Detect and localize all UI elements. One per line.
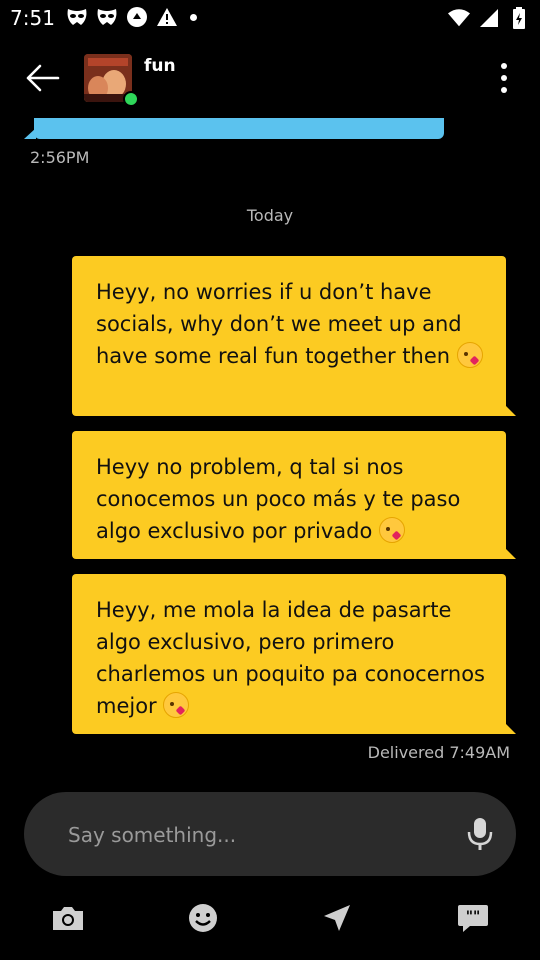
sent-message-bubble[interactable]: Heyy, no worries if u don’t have socials… xyxy=(72,256,516,416)
grindr-mask-icon xyxy=(66,6,88,28)
warning-icon xyxy=(156,6,178,28)
bubble-tail xyxy=(506,549,516,559)
status-system-icons xyxy=(448,7,530,29)
face-blowing-kiss-emoji-icon xyxy=(379,517,406,543)
battery-icon xyxy=(508,7,530,29)
wifi-icon xyxy=(448,7,470,29)
message-input[interactable] xyxy=(66,819,450,851)
emoji-icon[interactable] xyxy=(185,900,221,936)
face-blowing-kiss-emoji-icon xyxy=(163,692,190,718)
received-message-bubble[interactable] xyxy=(34,118,444,139)
more-options-icon[interactable] xyxy=(497,62,511,94)
signal-icon xyxy=(478,7,500,29)
microphone-icon[interactable] xyxy=(466,816,494,852)
online-indicator xyxy=(123,91,139,107)
face-blowing-kiss-emoji-icon xyxy=(456,342,483,368)
status-time: 7:51 xyxy=(10,6,55,30)
svg-text:"": "" xyxy=(466,909,481,925)
day-separator: Today xyxy=(246,206,294,225)
message-text: Heyy no problem, q tal si nos conocemos … xyxy=(96,455,461,543)
message-text: Heyy, no worries if u don’t have socials… xyxy=(96,280,462,368)
status-bar: 7:51 xyxy=(0,0,540,36)
send-location-icon[interactable] xyxy=(319,900,355,936)
saved-phrases-icon[interactable]: "" xyxy=(455,900,491,936)
message-timestamp: 2:56PM xyxy=(30,148,90,167)
sent-message-bubble[interactable]: Heyy no problem, q tal si nos conocemos … xyxy=(72,431,516,559)
delivered-status: Delivered 7:49AM xyxy=(367,743,510,762)
camera-icon[interactable] xyxy=(50,900,86,936)
bubble-tail xyxy=(506,406,516,416)
back-arrow-icon[interactable] xyxy=(26,64,60,92)
chat-name[interactable]: fun xyxy=(144,56,176,76)
dot-icon xyxy=(190,13,197,21)
bubble-tail xyxy=(506,724,516,734)
sent-message-bubble[interactable]: Heyy, me mola la idea de pasarte algo ex… xyxy=(72,574,516,734)
message-text: Heyy, me mola la idea de pasarte algo ex… xyxy=(96,598,485,718)
grindr-mask-icon xyxy=(96,6,118,28)
chat-header: fun xyxy=(0,40,540,116)
message-composer xyxy=(24,792,516,876)
sync-icon xyxy=(126,6,148,28)
chat-toolbar: "" xyxy=(0,892,540,946)
status-notification-icons xyxy=(66,6,197,28)
